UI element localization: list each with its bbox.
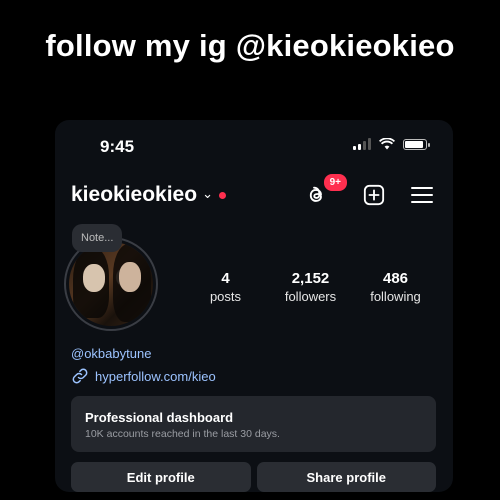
- stat-posts[interactable]: 4 posts: [183, 270, 268, 304]
- note-bubble[interactable]: Note...: [72, 224, 123, 252]
- bio-mention-link[interactable]: @okbabytune: [71, 346, 151, 361]
- dashboard-subtitle: 10K accounts reached in the last 30 days…: [85, 428, 280, 440]
- professional-dashboard[interactable]: Professional dashboard 10K accounts reac…: [71, 396, 436, 452]
- battery-icon: [403, 138, 430, 150]
- status-icons: [353, 138, 430, 150]
- overlay-headline: follow my ig @kieokieokieo: [45, 28, 455, 63]
- stat-value: 2,152: [291, 270, 330, 287]
- menu-icon: [411, 187, 433, 203]
- wifi-icon: [379, 138, 395, 150]
- edit-profile-button[interactable]: Edit profile: [71, 462, 251, 492]
- username: kieokieokieo: [71, 183, 198, 206]
- profile-screen: 9:45 kieokieokieo ⌄ 9+ Note... 4 posts 2…: [55, 120, 453, 492]
- chevron-down-icon: ⌄: [202, 186, 213, 201]
- stat-label: followers: [284, 289, 337, 304]
- dashboard-title: Professional dashboard: [85, 410, 234, 425]
- signal-icon: [353, 138, 371, 150]
- create-button[interactable]: [359, 180, 389, 210]
- stat-label: posts: [209, 289, 242, 304]
- status-time: 9:45: [100, 137, 135, 156]
- add-icon: [363, 184, 385, 206]
- stat-value: 4: [221, 270, 230, 287]
- profile-stats: 4 posts 2,152 followers 486 following: [183, 270, 438, 304]
- threads-button[interactable]: 9+: [301, 172, 349, 210]
- header-actions: 9+: [301, 172, 437, 210]
- link-icon: [72, 368, 88, 384]
- username-switcher[interactable]: kieokieokieo ⌄: [71, 183, 226, 207]
- bio-link-text: hyperfollow.com/kieo: [95, 368, 216, 384]
- stat-following[interactable]: 486 following: [353, 270, 438, 304]
- profile-photo: [69, 242, 153, 326]
- threads-badge: 9+: [321, 172, 349, 193]
- stat-label: following: [370, 289, 421, 304]
- share-profile-button[interactable]: Share profile: [256, 462, 436, 492]
- notification-dot: [218, 191, 226, 199]
- bio-link[interactable]: hyperfollow.com/kieo: [71, 367, 216, 385]
- profile-actions: Edit profile Share profile: [71, 462, 436, 492]
- menu-button[interactable]: [407, 180, 437, 210]
- stat-value: 486: [382, 270, 409, 287]
- stat-followers[interactable]: 2,152 followers: [268, 270, 353, 304]
